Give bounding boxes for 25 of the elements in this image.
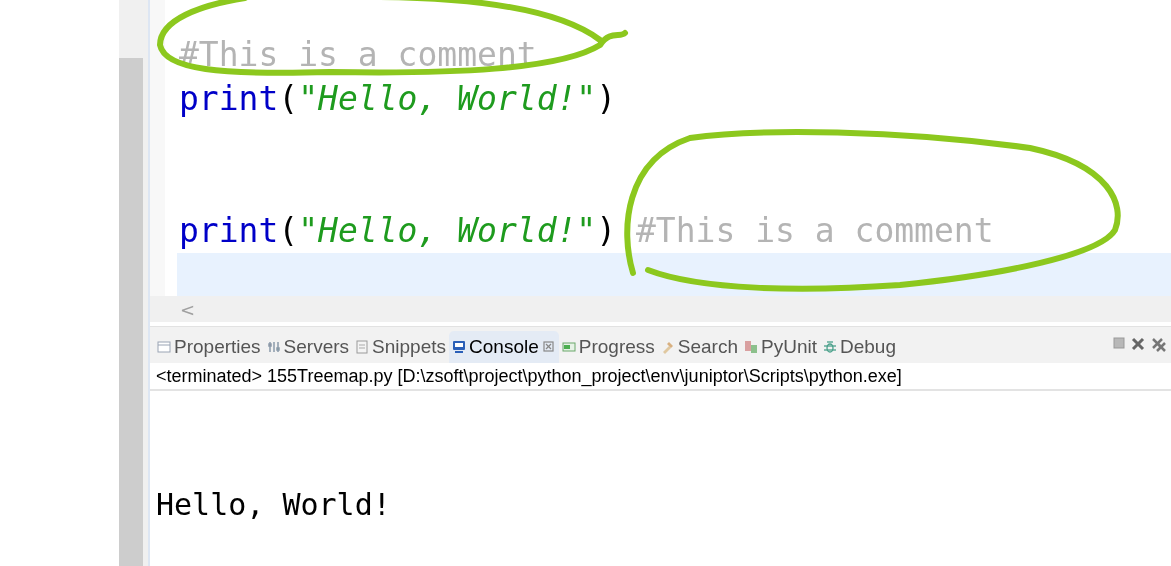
test-icon (744, 340, 758, 354)
view-tab[interactable]: Search (657, 331, 741, 363)
scrollbar-thumb[interactable] (119, 58, 143, 566)
view-tab[interactable]: Properties (154, 331, 264, 363)
document-icon (355, 340, 370, 354)
progress-icon (561, 340, 576, 354)
code-line: #This is a comment (179, 35, 537, 74)
view-tab[interactable]: Snippets (352, 331, 450, 363)
remove-icon[interactable] (1131, 337, 1145, 351)
view-tab[interactable]: PyUnit (741, 331, 820, 363)
view-tab[interactable]: Progress (558, 331, 658, 363)
code-line: print("Hello, World!") #This is a comment (179, 211, 994, 250)
remove-all-icon[interactable] (1151, 337, 1167, 353)
sash[interactable] (143, 0, 150, 566)
console-output: Hello, World! (156, 486, 392, 524)
code-line: print("Hello, World!") (179, 79, 617, 118)
sliders-icon (266, 340, 281, 354)
view-tab[interactable]: Servers (263, 331, 353, 363)
minimize-icon[interactable] (1113, 337, 1125, 349)
view-tab[interactable]: Debug (819, 331, 899, 363)
bug-icon (822, 340, 837, 354)
table-icon (157, 340, 171, 354)
close-icon (541, 340, 556, 354)
monitor-icon (452, 340, 467, 354)
view-tab[interactable]: Console (449, 331, 559, 363)
